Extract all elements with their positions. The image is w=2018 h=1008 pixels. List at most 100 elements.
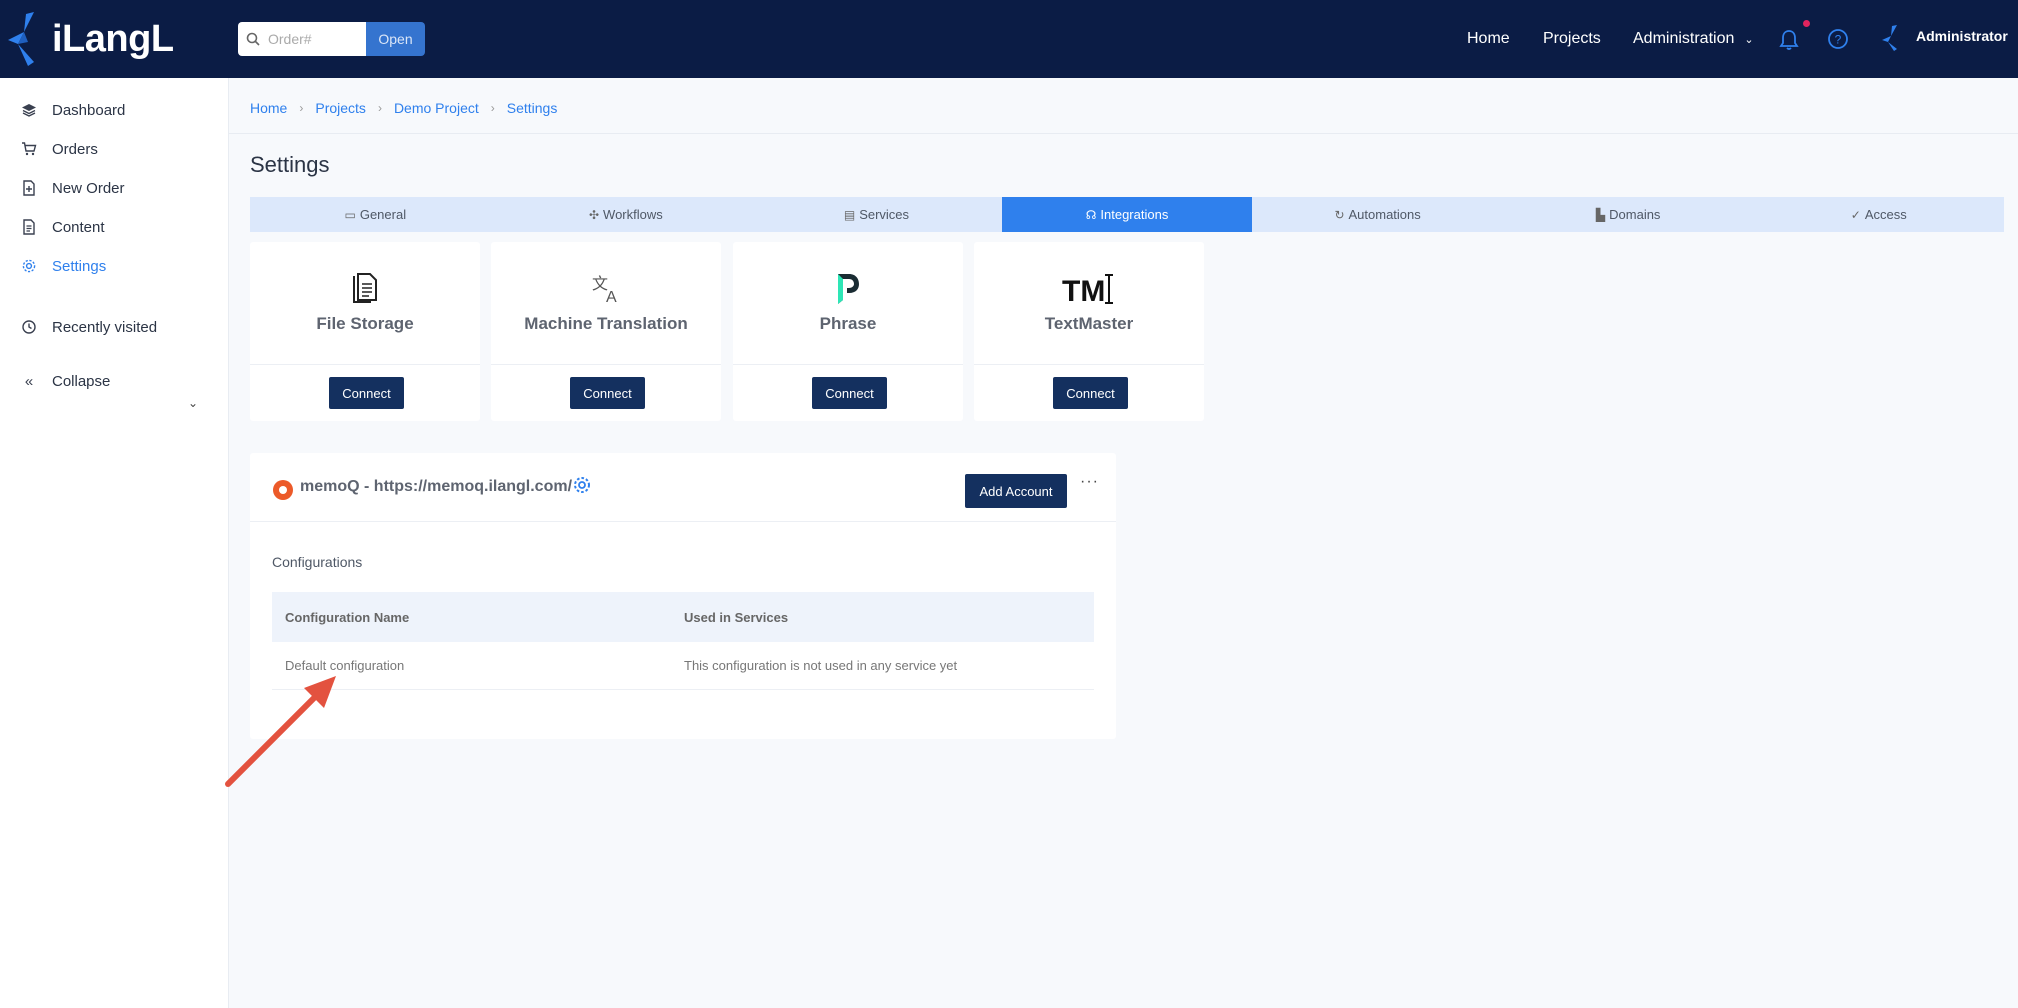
- tab-automations[interactable]: ↻ Automations: [1252, 197, 1503, 232]
- textmaster-logo-text: TM: [1062, 275, 1105, 307]
- file-storage-icon: [250, 272, 480, 306]
- ilangl-logo-mark-icon: [8, 12, 34, 66]
- divider: [250, 521, 1116, 522]
- chevron-down-icon: ⌄: [1744, 33, 1754, 46]
- divider: [229, 133, 2018, 134]
- order-search: [238, 22, 366, 56]
- tab-services[interactable]: ▤ Services: [751, 197, 1002, 232]
- sidebar-item-content[interactable]: Content: [20, 215, 105, 239]
- connect-button[interactable]: Connect: [329, 377, 404, 409]
- user-name[interactable]: Administrator: [1916, 28, 2008, 44]
- used-in-services-cell: This configuration is not used in any se…: [684, 658, 958, 673]
- chevron-down-icon[interactable]: ⌄: [188, 396, 198, 410]
- phrase-logo: [733, 272, 963, 306]
- tab-general[interactable]: ▭ General: [250, 197, 501, 232]
- integration-card-phrase: Phrase Connect: [733, 242, 963, 421]
- integration-title: Machine Translation: [524, 314, 688, 333]
- open-order-button[interactable]: Open: [366, 22, 425, 56]
- shield-check-icon: ✓: [1850, 207, 1861, 222]
- integration-card-textmaster: TM TextMaster Connect: [974, 242, 1204, 421]
- tab-label: General: [359, 207, 407, 222]
- breadcrumb: Home › Projects › Demo Project › Setting…: [250, 100, 557, 116]
- workflow-icon: ✣: [588, 207, 600, 222]
- tab-label: Automations: [1348, 207, 1421, 222]
- logo[interactable]: iLangL: [4, 10, 174, 68]
- breadcrumb-demo-project[interactable]: Demo Project: [394, 100, 479, 116]
- sidebar-collapse[interactable]: « Collapse: [20, 369, 111, 393]
- sidebar-item-settings[interactable]: Settings: [20, 254, 106, 278]
- connect-button[interactable]: Connect: [570, 377, 645, 409]
- integration-title: Phrase: [819, 314, 877, 333]
- column-header-used-in-services: Used in Services: [684, 609, 789, 625]
- sidebar-item-label: Settings: [52, 257, 107, 275]
- integration-title: TextMaster: [1044, 314, 1134, 333]
- search-icon: [238, 32, 268, 46]
- notification-bell-icon[interactable]: [1777, 28, 1801, 52]
- connect-button[interactable]: Connect: [812, 377, 887, 409]
- monitor-icon: ▭: [344, 207, 356, 222]
- logo-text: iLangL: [52, 17, 174, 60]
- help-icon[interactable]: ?: [1827, 28, 1849, 50]
- memoq-account-title: memoQ - https://memoq.ilangl.com/: [300, 478, 573, 495]
- gear-icon[interactable]: [572, 475, 592, 495]
- folder-icon: ▙: [1595, 207, 1606, 222]
- breadcrumb-projects[interactable]: Projects: [315, 100, 366, 116]
- tab-domains[interactable]: ▙ Domains: [1503, 197, 1754, 232]
- memoq-account-panel: memoQ - https://memoq.ilangl.com/ Add Ac…: [250, 453, 1116, 739]
- table-row[interactable]: Default configuration This configuration…: [272, 642, 1094, 690]
- integration-card-machine-translation: 文A Machine Translation Connect: [491, 242, 721, 421]
- nav-home[interactable]: Home: [1467, 0, 1510, 78]
- settings-tabs: ▭ General ✣ Workflows ▤ Services ☊ Integ…: [250, 197, 2004, 232]
- tab-workflows[interactable]: ✣ Workflows: [501, 197, 752, 232]
- column-header-configuration-name: Configuration Name: [285, 609, 410, 625]
- page-title: Settings: [250, 152, 330, 177]
- double-chevron-left-icon: «: [24, 372, 34, 390]
- server-icon: ▤: [843, 207, 856, 222]
- sidebar-item-label: New Order: [52, 179, 125, 197]
- layers-icon: [20, 101, 38, 119]
- top-bar: iLangL Open Home Projects Administration…: [0, 0, 2018, 78]
- sidebar-item-new-order[interactable]: New Order: [20, 176, 125, 200]
- svg-text:A: A: [606, 289, 617, 305]
- order-search-input[interactable]: [268, 31, 360, 47]
- sidebar-item-label: Collapse: [52, 372, 111, 390]
- sidebar: Dashboard Orders New Order Content Setti…: [0, 78, 229, 1008]
- tab-label: Domains: [1609, 207, 1661, 222]
- connect-button[interactable]: Connect: [1053, 377, 1128, 409]
- translate-icon: 文A: [491, 272, 721, 306]
- integration-title: File Storage: [316, 314, 414, 333]
- sidebar-item-recently-visited[interactable]: Recently visited: [20, 315, 157, 339]
- notification-dot: [1803, 20, 1810, 27]
- breadcrumb-home[interactable]: Home: [250, 100, 287, 116]
- nav-projects[interactable]: Projects: [1543, 0, 1601, 78]
- divider: [974, 364, 1204, 365]
- tab-access[interactable]: ✓ Access: [1753, 197, 2004, 232]
- user-avatar-icon[interactable]: [1880, 24, 1906, 52]
- memoq-logo: [273, 480, 293, 500]
- add-account-button[interactable]: Add Account: [965, 474, 1067, 508]
- sidebar-item-label: Orders: [52, 140, 98, 158]
- sidebar-item-label: Dashboard: [52, 101, 126, 119]
- document-icon: [20, 218, 38, 236]
- divider: [733, 364, 963, 365]
- sidebar-item-dashboard[interactable]: Dashboard: [20, 98, 125, 122]
- tab-label: Services: [859, 207, 910, 222]
- history-icon: [20, 318, 38, 336]
- refresh-icon: ↻: [1334, 207, 1345, 222]
- more-options-icon[interactable]: ···: [1080, 473, 1099, 491]
- gear-icon: [20, 257, 38, 275]
- chevron-right-icon: ›: [490, 101, 495, 115]
- breadcrumb-settings[interactable]: Settings: [507, 100, 558, 116]
- tab-integrations[interactable]: ☊ Integrations: [1001, 197, 1253, 232]
- divider: [491, 364, 721, 365]
- new-document-icon: [20, 179, 38, 197]
- configuration-name-cell: Default configuration: [285, 658, 405, 673]
- sidebar-item-orders[interactable]: Orders: [20, 137, 98, 161]
- chevron-right-icon: ›: [377, 101, 382, 115]
- tab-label: Workflows: [603, 207, 663, 222]
- textmaster-logo: TM: [974, 272, 1204, 307]
- chevron-right-icon: ›: [299, 101, 304, 115]
- nav-administration-label: Administration: [1633, 30, 1735, 47]
- nav-administration[interactable]: Administration ⌄: [1633, 0, 1754, 78]
- svg-text:?: ?: [1835, 33, 1842, 47]
